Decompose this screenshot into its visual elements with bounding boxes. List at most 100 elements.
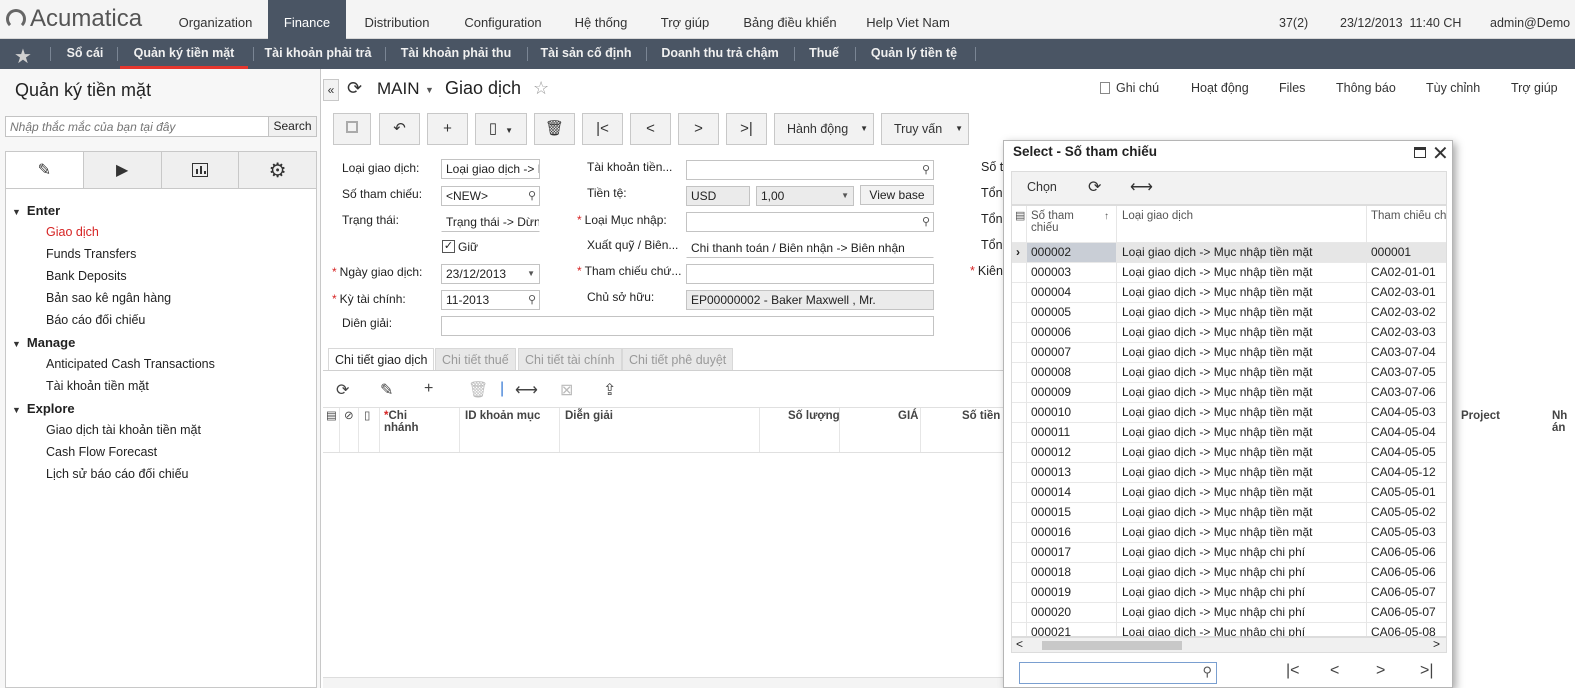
search-icon[interactable]: ⚲ [922,213,930,231]
table-row[interactable]: 000004 Loại giao dịch -> Mục nhập tiền mặ… [1012,282,1446,302]
subnav-quan-ly-tien-te[interactable]: Quản lý tiền tệ [862,39,966,69]
tab-chi-tiet-tai-chinh[interactable]: Chi tiết tài chính [518,348,622,371]
table-row[interactable]: 000018 Loại giao dịch -> Mục nhập chi phí… [1012,562,1446,582]
grid-settings-icon[interactable]: ▤ [1015,210,1025,222]
favorite-star-icon[interactable]: ☆ [533,78,549,99]
tree-group-manage[interactable]: ▼ Manage [12,335,75,350]
caret-down-icon[interactable]: ▼ [527,265,535,283]
search-icon[interactable]: ⚲ [922,161,930,179]
first-record-button[interactable]: |< [582,113,623,145]
column-header-ref-nbr[interactable]: Số tham chiếu [1031,210,1101,234]
table-row[interactable]: 000020 Loại giao dịch -> Mục nhập chi phí… [1012,602,1446,622]
sidebar-item-tai-khoan-tien-mat[interactable]: Tài khoản tiền mặt [46,379,149,393]
tab-reports[interactable] [162,152,240,188]
table-row[interactable]: 000005 Loại giao dịch -> Mục nhập tiền mặ… [1012,302,1446,322]
refresh-icon[interactable]: ⟳ [347,78,362,99]
sidebar-item-bao-cao-doi-chieu[interactable]: Báo cáo đối chiếu [46,313,145,327]
table-row[interactable]: 000006 Loại giao dịch -> Mục nhập tiền mặ… [1012,322,1446,342]
horizontal-scrollbar[interactable] [323,677,1003,688]
cancel-button[interactable]: ↶ [379,113,420,145]
user-menu[interactable]: admin@Demo [1490,0,1570,39]
date-field[interactable]: 23/12/2013 ▼ [441,264,540,284]
ext-ref-field[interactable] [686,264,934,284]
sidebar-item-anticipated-cash[interactable]: Anticipated Cash Transactions [46,357,215,371]
next-record-button[interactable]: > [678,113,719,145]
grid-settings-icon[interactable]: ▤ [326,410,337,422]
search-icon[interactable]: ⚲ [528,291,536,309]
search-icon[interactable]: ⚲ [528,187,536,205]
topnav-finance[interactable]: Finance [268,0,346,39]
search-icon[interactable]: ⚲ [1202,664,1212,680]
actions-menu[interactable]: Hành động ▼ [774,113,874,145]
topnav-tro-giup[interactable]: Trợ giúp [648,0,722,39]
column-header-task[interactable]: Nh án [1552,410,1570,434]
maximize-icon[interactable] [1414,147,1426,158]
sidebar-item-cash-flow[interactable]: Cash Flow Forecast [46,445,157,459]
customize-link[interactable]: Tùy chỉnh [1426,81,1480,95]
column-header-description[interactable]: Diễn giải [565,410,613,422]
sidebar-search-button[interactable]: Search [268,116,317,137]
topnav-help-viet-nam[interactable]: Help Viet Nam [858,0,958,39]
tree-group-enter[interactable]: ▼ Enter [12,203,60,218]
tab-chi-tiet-giao-dich[interactable]: Chi tiết giao dịch [328,348,435,371]
previous-record-button[interactable]: < [630,113,671,145]
topnav-organization[interactable]: Organization [168,0,263,39]
help-link[interactable]: Trợ giúp [1511,81,1558,95]
view-base-button[interactable]: View base [860,185,934,205]
description-field[interactable] [441,316,934,336]
column-header-ext-ref[interactable]: Tham chiếu chi [1371,210,1446,222]
table-row[interactable]: › 000002 Loại giao dịch -> Mục nhập tiền m… [1012,242,1446,262]
table-row[interactable]: 000014 Loại giao dịch -> Mục nhập tiền mặ… [1012,482,1446,502]
topnav-he-thong[interactable]: Hệ thống [566,0,636,39]
column-header-branch[interactable]: *Chi nhánh [384,410,434,434]
sidebar-item-funds-transfers[interactable]: Funds Transfers [46,247,136,261]
export-excel-icon[interactable]: ⊠ [560,380,573,400]
fit-columns-icon[interactable]: ⟷ [515,380,538,400]
tab-chi-tiet-thue[interactable]: Chi tiết thuế [435,348,516,371]
table-row[interactable]: 000009 Loại giao dịch -> Mục nhập tiền mặ… [1012,382,1446,402]
inquiry-menu[interactable]: Truy vấn ▼ [881,113,969,145]
dialog-search-input[interactable]: ⚲ [1019,662,1217,684]
sidebar-item-ban-sao-ke[interactable]: Bản sao kê ngân hàng [46,291,171,305]
dialog-horizontal-scrollbar[interactable]: < > [1011,637,1447,653]
tab-edit[interactable]: ✎ [6,152,84,188]
table-row[interactable]: 000010 Loại giao dịch -> Mục nhập tiền mặ… [1012,402,1446,422]
period-field[interactable]: 11-2013 ⚲ [441,290,540,310]
subnav-quan-ky-tien-mat[interactable]: Quản ký tiền mặt [120,39,248,69]
copy-paste-button[interactable]: ▯ ▼ [475,113,527,145]
subnav-tai-san-co-dinh[interactable]: Tài sản cố định [534,39,638,69]
tab-settings[interactable]: ⚙ [239,152,316,188]
table-row[interactable]: 000015 Loại giao dịch -> Mục nhập tiền mặ… [1012,502,1446,522]
sidebar-search-input[interactable] [5,116,269,137]
files-link[interactable]: Files [1279,81,1305,95]
close-icon[interactable]: ✕ [1432,141,1449,166]
sidebar-item-bank-deposits[interactable]: Bank Deposits [46,269,127,283]
topnav-configuration[interactable]: Configuration [452,0,554,39]
tree-group-explore[interactable]: ▼ Explore [12,401,75,416]
refresh-icon[interactable]: ⟳ [1088,177,1101,197]
grid-delete-icon[interactable]: 🗑 [468,380,488,400]
last-record-button[interactable]: >| [726,113,767,145]
subnav-thue[interactable]: Thuế [802,39,846,69]
hold-checkbox[interactable]: ✓ [442,240,455,253]
column-header-item-id[interactable]: ID khoản mục [465,410,540,422]
subnav-doanh-thu-tra-cham[interactable]: Doanh thu trả chậm [654,39,786,69]
column-header-amount[interactable]: Số tiền [962,410,1000,422]
column-header-tran-type[interactable]: Loại giao dịch [1122,210,1193,222]
first-page-button[interactable]: |< [1286,662,1300,680]
sidebar-item-lich-su[interactable]: Lịch sử báo cáo đối chiếu [46,467,189,481]
column-header-project[interactable]: Project [1461,410,1500,422]
table-row[interactable]: 000017 Loại giao dịch -> Mục nhập chi phí… [1012,542,1446,562]
sidebar-item-giao-dich[interactable]: Giao dịch [46,225,99,239]
entry-type-field[interactable]: ⚲ [686,212,934,232]
favorites-star-icon[interactable]: ★ [14,44,32,69]
activities-link[interactable]: Hoạt động [1191,81,1249,95]
table-row[interactable]: 000019 Loại giao dịch -> Mục nhập chi phí… [1012,582,1446,602]
note-link[interactable]: Ghi chú [1100,81,1159,95]
topnav-bang-dieu-khien[interactable]: Bảng điều khiển [734,0,846,39]
column-header-price[interactable]: GIÁ [898,410,918,422]
rate-field[interactable]: 1,00 ▼ [756,186,854,206]
table-row[interactable]: 000007 Loại giao dịch -> Mục nhập tiền mặ… [1012,342,1446,362]
sidebar-item-giao-dich-tk[interactable]: Giao dịch tài khoản tiền mặt [46,423,201,437]
fit-columns-icon[interactable]: ⟷ [1130,177,1153,197]
